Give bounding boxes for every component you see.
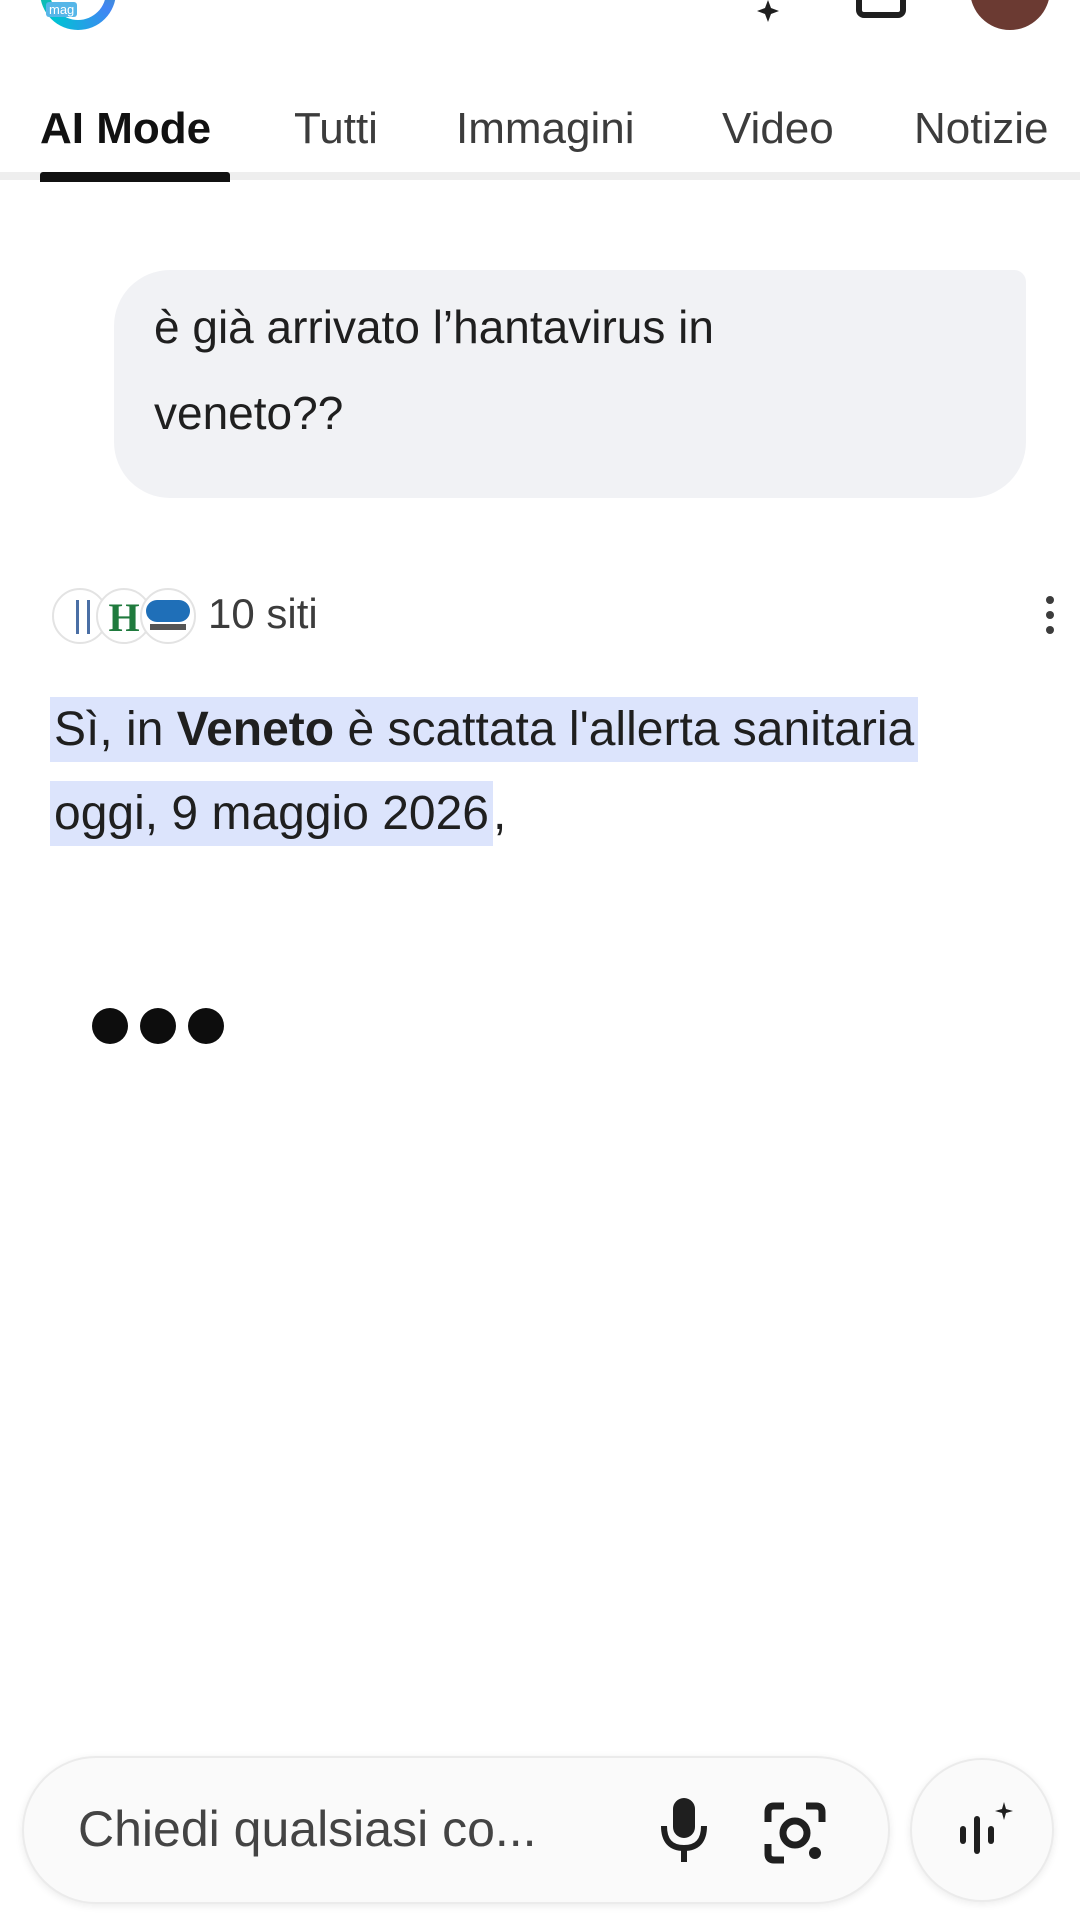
logo-label: mag: [46, 2, 78, 17]
caduceus-icon: [76, 600, 90, 634]
answer-bold-region: Veneto: [176, 703, 335, 756]
ai-answer-text: Sì, in Veneto è scattata l'allerta sanit…: [50, 688, 1010, 856]
loading-indicator: [92, 1008, 236, 1048]
tab-immagini[interactable]: Immagini: [456, 104, 635, 154]
ask-input-placeholder[interactable]: Chiedi qualsiasi co...: [78, 1800, 537, 1858]
loading-dot: [188, 1008, 224, 1044]
search-tabs: AI Mode Tutti Immagini Video Notizie: [0, 96, 1080, 182]
top-app-bar: mag: [0, 0, 1080, 40]
ask-input-bar[interactable]: Chiedi qualsiasi co...: [22, 1756, 890, 1904]
spark-icon[interactable]: [724, 0, 788, 24]
answer-highlight: Sì, in Veneto è scattata l'allerta sanit…: [50, 697, 919, 846]
treviso-badge-icon: [146, 600, 190, 622]
tab-video[interactable]: Video: [722, 104, 834, 154]
user-query-text: è già arrivato l’hantavirus in veneto??: [154, 301, 714, 439]
treviso-today-logo: [140, 588, 196, 644]
more-options-icon[interactable]: [1040, 596, 1060, 640]
user-query-bubble: è già arrivato l’hantavirus in veneto??: [114, 270, 1026, 498]
treviso-sub-icon: [150, 624, 186, 630]
voice-mode-button[interactable]: [910, 1758, 1054, 1902]
avatar[interactable]: [970, 0, 1050, 30]
sources-count: 10 siti: [208, 590, 318, 637]
answer-trailing: ,: [493, 787, 507, 840]
microphone-icon[interactable]: [654, 1796, 714, 1866]
google-lens-icon[interactable]: [760, 1798, 830, 1868]
loading-dot: [92, 1008, 128, 1044]
tab-notizie[interactable]: Notizie: [914, 104, 1049, 154]
tab-ai-mode[interactable]: AI Mode: [40, 104, 211, 154]
tab-tutti[interactable]: Tutti: [294, 104, 378, 154]
active-tab-indicator: [40, 172, 230, 182]
voice-waveform-icon: [960, 1802, 1013, 1854]
answer-part-1: Sì, in: [54, 703, 177, 756]
loading-dot: [140, 1008, 176, 1044]
sources-row[interactable]: H 10 siti: [52, 588, 1054, 648]
tab-switcher-icon[interactable]: [856, 0, 906, 18]
